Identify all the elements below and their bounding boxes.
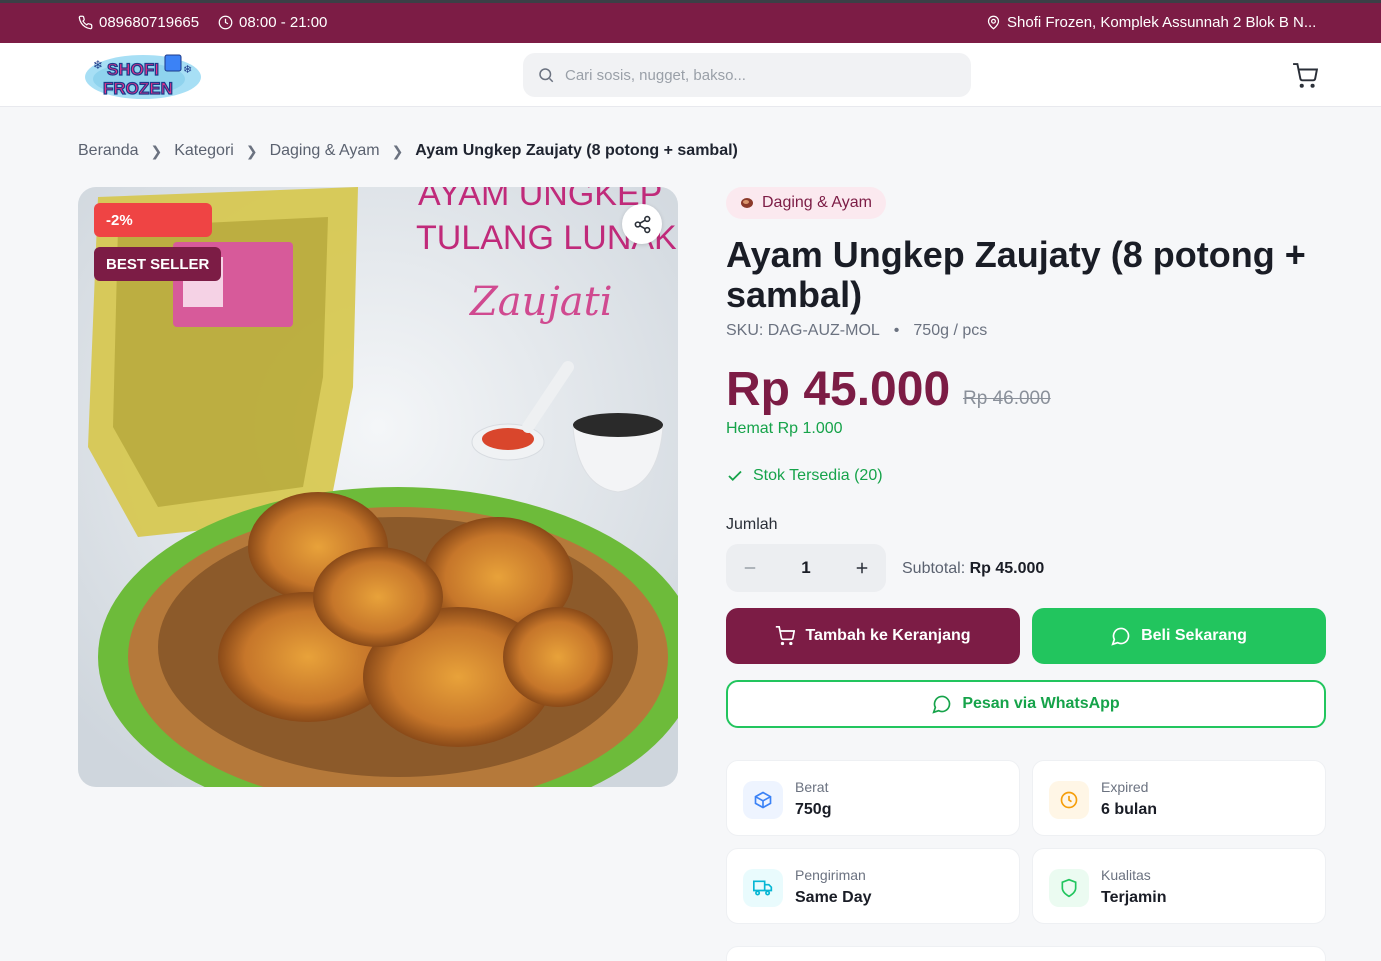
message-circle-icon (1111, 627, 1130, 646)
hours-info: 08:00 - 21:00 (218, 14, 327, 31)
meat-icon (741, 198, 753, 208)
svg-text:❄: ❄ (183, 64, 192, 76)
original-price: Rp 46.000 (963, 388, 1051, 409)
whatsapp-label: Pesan via WhatsApp (962, 695, 1120, 712)
buy-now-button[interactable]: Beli Sekarang (1032, 608, 1326, 664)
phone-info[interactable]: 089680719665 (78, 14, 199, 31)
quantity-stepper: 1 (726, 544, 886, 592)
whatsapp-icon (932, 695, 951, 714)
info-label: Expired (1101, 779, 1149, 795)
info-card-shipping: Pengiriman Same Day (726, 848, 1020, 924)
info-value: Same Day (795, 889, 872, 906)
package-text-top: AYAM UNGKEP (418, 187, 662, 213)
box-icon (743, 781, 783, 819)
subtotal-label: Subtotal: (902, 560, 966, 577)
shopping-cart-icon (776, 626, 796, 646)
clock-icon (218, 15, 233, 30)
info-label: Berat (795, 779, 829, 795)
stock-label: Stok Tersedia (20) (753, 467, 883, 484)
logo-text-bottom: FROZEN (103, 79, 173, 98)
info-label: Pengiriman (795, 867, 866, 883)
chevron-right-icon: ❯ (245, 142, 258, 159)
cart-button[interactable] (1292, 63, 1320, 89)
package-brand: Zaujati (468, 279, 613, 325)
check-icon (728, 470, 742, 482)
quantity-value[interactable]: 1 (801, 558, 810, 578)
clock-icon (1049, 781, 1089, 819)
plus-icon (856, 562, 868, 574)
breadcrumb-current: Ayam Ungkep Zaujaty (8 potong + sambal) (415, 142, 738, 159)
info-value: 6 bulan (1101, 801, 1158, 818)
add-to-cart-label: Tambah ke Keranjang (805, 627, 971, 644)
breadcrumb-subcategory[interactable]: Daging & Ayam (270, 142, 380, 160)
opening-hours: 08:00 - 21:00 (239, 14, 328, 31)
decrease-quantity-button[interactable] (738, 556, 762, 580)
quantity-label: Jumlah (726, 516, 778, 533)
site-header: SHOFI FROZEN ❄ ❄ (0, 43, 1381, 107)
whatsapp-order-button[interactable]: Pesan via WhatsApp (726, 680, 1326, 728)
breadcrumb-home[interactable]: Beranda (78, 142, 139, 160)
search-input[interactable] (565, 66, 945, 84)
map-pin-icon (987, 15, 1000, 30)
product-title: Ayam Ungkep Zaujaty (8 potong + sambal) (726, 234, 1306, 315)
savings-text: Hemat Rp 1.000 (726, 420, 843, 437)
info-value: 750g (795, 801, 832, 818)
address-info[interactable]: Shofi Frozen, Komplek Assunnah 2 Blok B … (986, 14, 1316, 31)
store-logo[interactable]: SHOFI FROZEN ❄ ❄ (83, 49, 203, 101)
buy-now-label: Beli Sekarang (1141, 627, 1247, 644)
store-address: Shofi Frozen, Komplek Assunnah 2 Blok B … (1007, 14, 1317, 31)
chevron-right-icon: ❯ (150, 142, 163, 159)
stock-status: Stok Tersedia (20) (726, 467, 883, 485)
breadcrumb-category[interactable]: Kategori (174, 142, 234, 160)
phone-icon (78, 15, 93, 30)
increase-quantity-button[interactable] (850, 556, 874, 580)
info-card-expired: Expired 6 bulan (1032, 760, 1326, 836)
product-image[interactable]: AYAM UNGKEP TULANG LUNAK Zaujati -2% BES… (78, 187, 678, 787)
info-card-quality: Kualitas Terjamin (1032, 848, 1326, 924)
product-weight-unit: 750g / pcs (913, 322, 988, 339)
search-bar[interactable] (523, 53, 971, 97)
shopping-cart-icon (1293, 63, 1319, 88)
info-label: Kualitas (1101, 867, 1151, 883)
info-value: Terjamin (1101, 889, 1167, 906)
bullet-separator: • (893, 322, 900, 339)
share-icon (634, 215, 650, 233)
category-label: Daging & Ayam (762, 194, 872, 211)
product-sku: SKU: DAG-AUZ-MOL (726, 322, 880, 339)
discount-badge: -2% (94, 203, 212, 237)
product-meta: SKU: DAG-AUZ-MOL • 750g / pcs (726, 322, 987, 340)
category-pill[interactable]: Daging & Ayam (726, 187, 886, 219)
description-card (726, 946, 1326, 961)
snowflake-icon: ❄ (93, 58, 103, 72)
search-icon (539, 68, 554, 83)
info-card-weight: Berat 750g (726, 760, 1020, 836)
share-button[interactable] (622, 204, 662, 244)
subtotal: Subtotal: Rp 45.000 (902, 560, 1044, 578)
minus-icon (744, 567, 756, 569)
phone-number: 089680719665 (99, 14, 200, 31)
chevron-right-icon: ❯ (391, 142, 404, 159)
breadcrumb: Beranda ❯ Kategori ❯ Daging & Ayam ❯ Aya… (78, 142, 738, 160)
shield-icon (1049, 869, 1089, 907)
logo-graphic: SHOFI FROZEN ❄ ❄ (85, 54, 201, 99)
bestseller-badge: BEST SELLER (94, 247, 222, 281)
truck-icon (743, 869, 783, 907)
product-price: Rp 45.000 (726, 363, 951, 416)
add-to-cart-button[interactable]: Tambah ke Keranjang (726, 608, 1020, 664)
top-bar: 089680719665 08:00 - 21:00 Shofi Frozen,… (0, 0, 1381, 43)
subtotal-value: Rp 45.000 (969, 560, 1045, 577)
logo-text-top: SHOFI (107, 60, 159, 79)
